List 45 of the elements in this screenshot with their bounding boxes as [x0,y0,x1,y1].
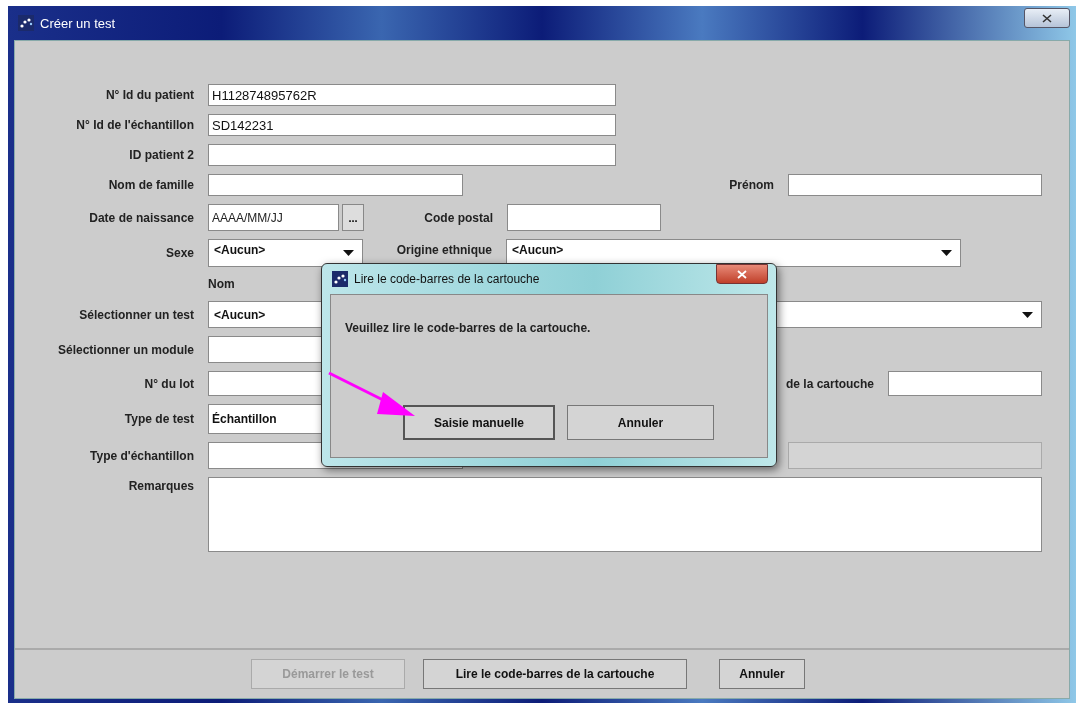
field-label: N° du lot [143,376,195,391]
dialog-message: Veuillez lire le code-barres de la cartouche. [345,321,592,335]
dropdown[interactable]: <Aucun> [208,239,363,267]
input-field[interactable] [888,371,1042,396]
field-label: Sélectionner un module [56,342,195,357]
date-picker-button[interactable]: ... [342,204,364,231]
input-field[interactable]: H112874895762R [208,84,616,106]
action-button[interactable]: Lire le code-barres de la cartouche [423,659,687,689]
caret-icon [941,250,952,256]
field-label: Sélectionner un test [78,307,195,322]
input-field[interactable] [507,204,661,231]
dialog-button[interactable]: Saisie manuelle [403,405,555,440]
field-label: Type de test [123,412,195,426]
dialog-title: Lire le code-barres de la cartouche [354,272,540,286]
caret-icon [343,250,354,256]
input-field[interactable] [208,174,463,196]
dialog-button[interactable]: Annuler [567,405,714,440]
field-label: Code postal [423,210,494,225]
close-button[interactable] [1024,8,1070,28]
action-button[interactable]: Annuler [719,659,805,689]
field-label: ID patient 2 [128,148,195,162]
remarks-field[interactable] [208,477,1042,552]
field-label: Remarques [127,478,195,493]
close-icon [737,269,747,279]
field-label: Type d'échantillon [89,448,195,463]
caret-icon [1022,311,1033,318]
field-label: N° Id du patient [104,88,195,102]
field-label: Date de naissance [88,210,195,225]
input-field[interactable]: SD142231 [208,114,616,136]
window-title: Créer un test [40,15,116,31]
close-button[interactable] [716,264,768,284]
app-icon [332,271,348,287]
dropdown[interactable]: <Aucun> [506,239,961,267]
date-field[interactable]: AAAA/MM/JJ [208,204,339,231]
field-label: de la cartouche [784,376,875,391]
column-header: Nom [208,277,235,291]
field-label: Nom de famille [107,178,195,192]
field-label: Origine ethnique [395,243,493,257]
field-label: N° Id de l'échantillon [75,118,195,132]
input-field[interactable] [788,174,1042,196]
field-label: Sexe [164,246,195,260]
input-field[interactable] [208,144,616,166]
app-icon [18,15,34,31]
close-icon [1042,13,1052,23]
field-label: Prénom [728,178,775,192]
